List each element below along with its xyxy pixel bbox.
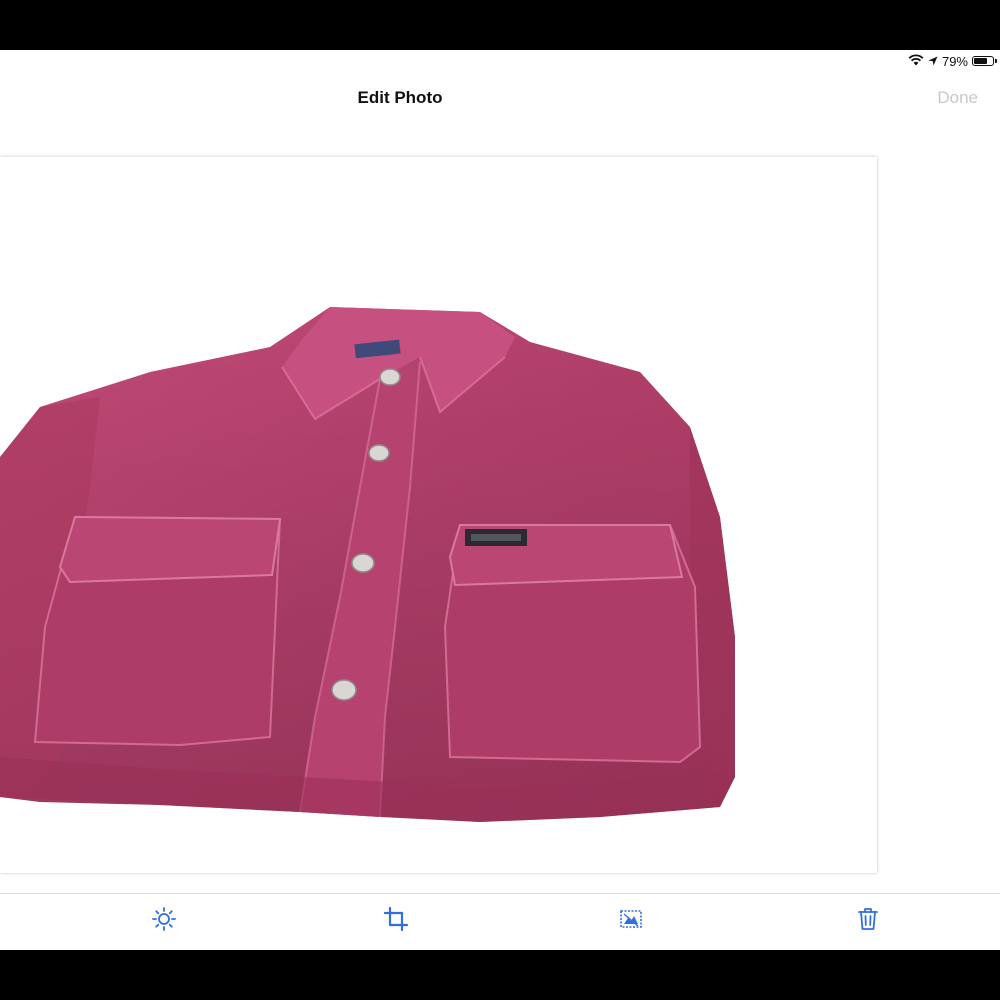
brightness-icon [151,906,177,937]
battery-percent: 79% [941,53,968,69]
battery-icon [972,56,997,66]
done-button[interactable]: Done [937,88,978,108]
status-bar: 79% [908,52,997,70]
battery-fill [974,58,988,64]
photo-preview [0,157,877,873]
edit-toolbar [0,893,1000,950]
screen: 79% Edit Photo Done [0,50,1000,950]
letterbox-top [0,0,1000,50]
trash-icon [855,906,881,937]
crop-icon [383,906,409,937]
location-icon [928,54,938,69]
delete-button[interactable] [851,904,885,938]
brightness-button[interactable] [147,904,181,938]
remove-background-button[interactable] [614,904,648,938]
nav-bar: Edit Photo Done [0,78,1000,120]
letterbox-bottom [0,950,1000,1000]
wifi-icon [908,53,924,69]
shirt-photo [0,307,735,822]
page-title: Edit Photo [357,88,443,107]
remove-background-icon [618,906,644,937]
crop-button[interactable] [379,904,413,938]
